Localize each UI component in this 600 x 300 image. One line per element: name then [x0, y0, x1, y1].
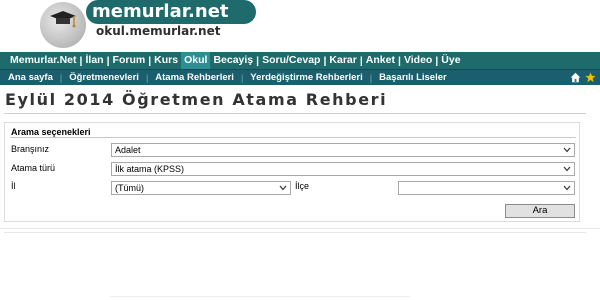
footer-line	[110, 296, 410, 297]
nav-item-forum[interactable]: Forum	[113, 52, 146, 69]
brans-select[interactable]: Adalet	[111, 143, 575, 157]
content-divider	[0, 228, 600, 229]
subnav-separator: |	[59, 73, 63, 83]
nav-item-karar[interactable]: Karar	[329, 52, 356, 69]
ilce-label: İlçe	[295, 181, 310, 191]
nav-separator: |	[435, 54, 439, 67]
nav-separator: |	[323, 54, 327, 67]
nav-separator: |	[397, 54, 401, 67]
chevron-down-icon	[279, 185, 287, 191]
subnav-item-basarili-liseler[interactable]: Başarılı Liseler	[379, 70, 447, 86]
brans-select-value: Adalet	[115, 145, 141, 155]
title-divider	[4, 113, 586, 114]
atama-label: Atama türü	[11, 163, 56, 173]
site-logo[interactable]: memurlar.net okul.memurlar.net	[40, 0, 256, 52]
subnav-item-ogretmenevleri[interactable]: Öğretmenevleri	[69, 70, 139, 86]
site-header: memurlar.net okul.memurlar.net	[0, 0, 600, 52]
subnav-separator: |	[145, 73, 149, 83]
il-select[interactable]: (Tümü)	[111, 181, 291, 195]
page-title: Eylül 2014 Öğretmen Atama Rehberi	[5, 90, 388, 109]
nav-item-ilan[interactable]: İlan	[85, 52, 103, 69]
logo-text: memurlar.net	[86, 0, 256, 24]
nav-item-memurlar[interactable]: Memurlar.Net	[10, 52, 77, 69]
nav-item-becayis[interactable]: Becayiş	[213, 52, 253, 69]
subnav-item-ana-sayfa[interactable]: Ana sayfa	[8, 70, 53, 86]
panel-divider	[10, 137, 576, 138]
chevron-down-icon	[563, 166, 571, 172]
nav-separator: |	[359, 54, 363, 67]
nav-separator: |	[79, 54, 83, 67]
logo-globe-icon	[40, 2, 86, 48]
atama-type-select[interactable]: İlk atama (KPSS)	[111, 162, 575, 176]
nav-separator: |	[106, 54, 110, 67]
ilce-select[interactable]	[398, 181, 575, 195]
subnav-item-yerdegistirme[interactable]: Yerdeğiştirme Rehberleri	[250, 70, 362, 86]
logo-subtext: okul.memurlar.net	[96, 24, 221, 38]
graduation-cap-icon	[50, 11, 76, 28]
content-divider-secondary	[4, 232, 586, 233]
nav-item-video[interactable]: Video	[404, 52, 432, 69]
il-label: İl	[11, 181, 16, 191]
search-button[interactable]: Ara	[505, 204, 575, 218]
search-options-panel: Arama seçenekleri Branşınız Adalet Atama…	[4, 122, 580, 222]
il-select-value: (Tümü)	[115, 183, 144, 193]
atama-select-value: İlk atama (KPSS)	[115, 164, 185, 174]
nav-separator: |	[148, 54, 152, 67]
subnav-item-atama-rehberleri[interactable]: Atama Rehberleri	[155, 70, 234, 86]
star-icon[interactable]	[585, 72, 596, 83]
nav-item-soru-cevap[interactable]: Soru/Cevap	[262, 52, 320, 69]
chevron-down-icon	[563, 147, 571, 153]
chevron-down-icon	[563, 185, 571, 191]
subnav-separator: |	[369, 73, 373, 83]
nav-item-uye[interactable]: Üye	[441, 52, 460, 69]
nav-item-okul[interactable]: Okul	[181, 52, 211, 69]
search-panel-title: Arama seçenekleri	[11, 127, 91, 137]
nav-item-kurs[interactable]: Kurs	[154, 52, 178, 69]
brans-label: Branşınız	[11, 144, 50, 154]
main-navigation: Memurlar.Net | İlan | Forum | Kurs Okul …	[0, 52, 600, 69]
subnav-separator: |	[240, 73, 244, 83]
nav-separator: |	[256, 54, 260, 67]
nav-item-anket[interactable]: Anket	[366, 52, 395, 69]
sub-navigation: Ana sayfa | Öğretmenevleri | Atama Rehbe…	[0, 69, 600, 85]
home-icon[interactable]	[570, 72, 581, 83]
